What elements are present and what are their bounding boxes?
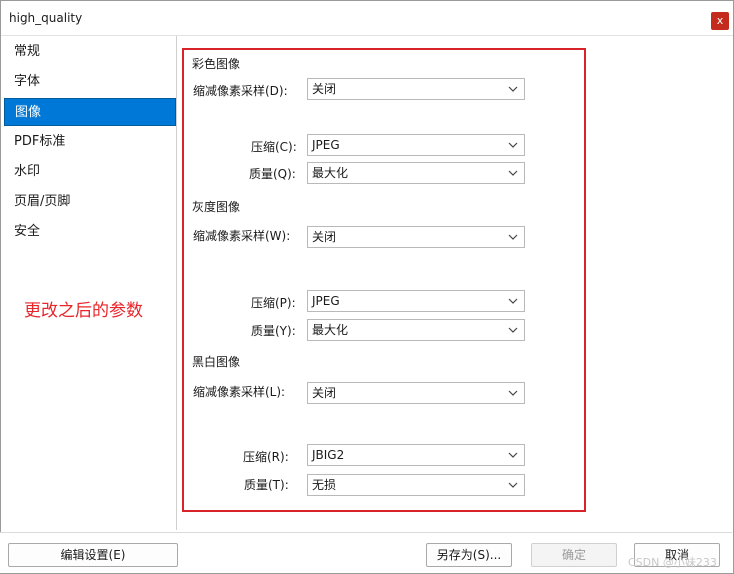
sidebar-item-pdf-standard[interactable]: PDF标准: [4, 128, 176, 156]
edit-settings-button[interactable]: 编辑设置(E): [8, 543, 178, 567]
gray-quality-value: 最大化: [312, 323, 349, 337]
gray-image-heading: 灰度图像: [192, 200, 241, 214]
gray-downsample-select[interactable]: 关闭: [307, 226, 525, 248]
color-compress-label: 压缩(C):: [251, 140, 297, 154]
gray-compress-value: JPEG: [312, 294, 340, 308]
gray-quality-label: 质量(Y):: [251, 324, 296, 338]
color-quality-label: 质量(Q):: [249, 167, 296, 181]
chevron-down-icon: [508, 170, 518, 176]
gray-compress-label: 压缩(P):: [251, 296, 296, 310]
sidebar-item-general[interactable]: 常规: [4, 38, 176, 66]
sidebar-item-images[interactable]: 图像: [4, 98, 176, 126]
mono-image-heading: 黑白图像: [192, 355, 241, 369]
gray-quality-select[interactable]: 最大化: [307, 319, 525, 341]
color-downsample-value: 关闭: [312, 82, 337, 96]
color-downsample-label: 缩减像素采样(D):: [193, 84, 288, 98]
mono-compress-select[interactable]: JBIG2: [307, 444, 525, 466]
color-compress-select[interactable]: JPEG: [307, 134, 525, 156]
gray-downsample-value: 关闭: [312, 230, 337, 244]
sidebar-item-fonts[interactable]: 字体: [4, 68, 176, 96]
sidebar-item-watermark[interactable]: 水印: [4, 158, 176, 186]
color-downsample-select[interactable]: 关闭: [307, 78, 525, 100]
mono-compress-value: JBIG2: [312, 448, 345, 462]
color-quality-select[interactable]: 最大化: [307, 162, 525, 184]
chevron-down-icon: [508, 298, 518, 304]
chevron-down-icon: [508, 390, 518, 396]
mono-quality-value: 无损: [312, 478, 337, 492]
watermark-text: CSDN @小妹233: [628, 556, 717, 569]
title-bar: high_quality x: [1, 1, 733, 36]
chevron-down-icon: [508, 482, 518, 488]
chevron-down-icon: [508, 234, 518, 240]
mono-compress-label: 压缩(R):: [243, 450, 289, 464]
gray-downsample-label: 缩减像素采样(W):: [193, 229, 291, 243]
sidebar-item-header-footer[interactable]: 页眉/页脚: [4, 188, 176, 216]
mono-downsample-select[interactable]: 关闭: [307, 382, 525, 404]
settings-sidebar: 常规 字体 图像 PDF标准 水印 页眉/页脚 安全: [2, 36, 177, 530]
mono-downsample-label: 缩减像素采样(L):: [193, 385, 286, 399]
chevron-down-icon: [508, 142, 518, 148]
annotation-highlight-box: [182, 48, 586, 512]
gray-compress-select[interactable]: JPEG: [307, 290, 525, 312]
sidebar-item-security[interactable]: 安全: [4, 218, 176, 246]
mono-downsample-value: 关闭: [312, 386, 337, 400]
save-as-button[interactable]: 另存为(S)...: [426, 543, 512, 567]
mono-quality-select[interactable]: 无损: [307, 474, 525, 496]
color-compress-value: JPEG: [312, 138, 340, 152]
chevron-down-icon: [508, 327, 518, 333]
color-image-heading: 彩色图像: [192, 57, 241, 71]
annotation-text: 更改之后的参数: [24, 301, 143, 321]
color-quality-value: 最大化: [312, 166, 349, 180]
mono-quality-label: 质量(T):: [244, 478, 289, 492]
chevron-down-icon: [508, 452, 518, 458]
close-button[interactable]: x: [711, 12, 729, 30]
window-title: high_quality: [9, 11, 83, 25]
ok-button[interactable]: 确定: [531, 543, 617, 567]
chevron-down-icon: [508, 86, 518, 92]
